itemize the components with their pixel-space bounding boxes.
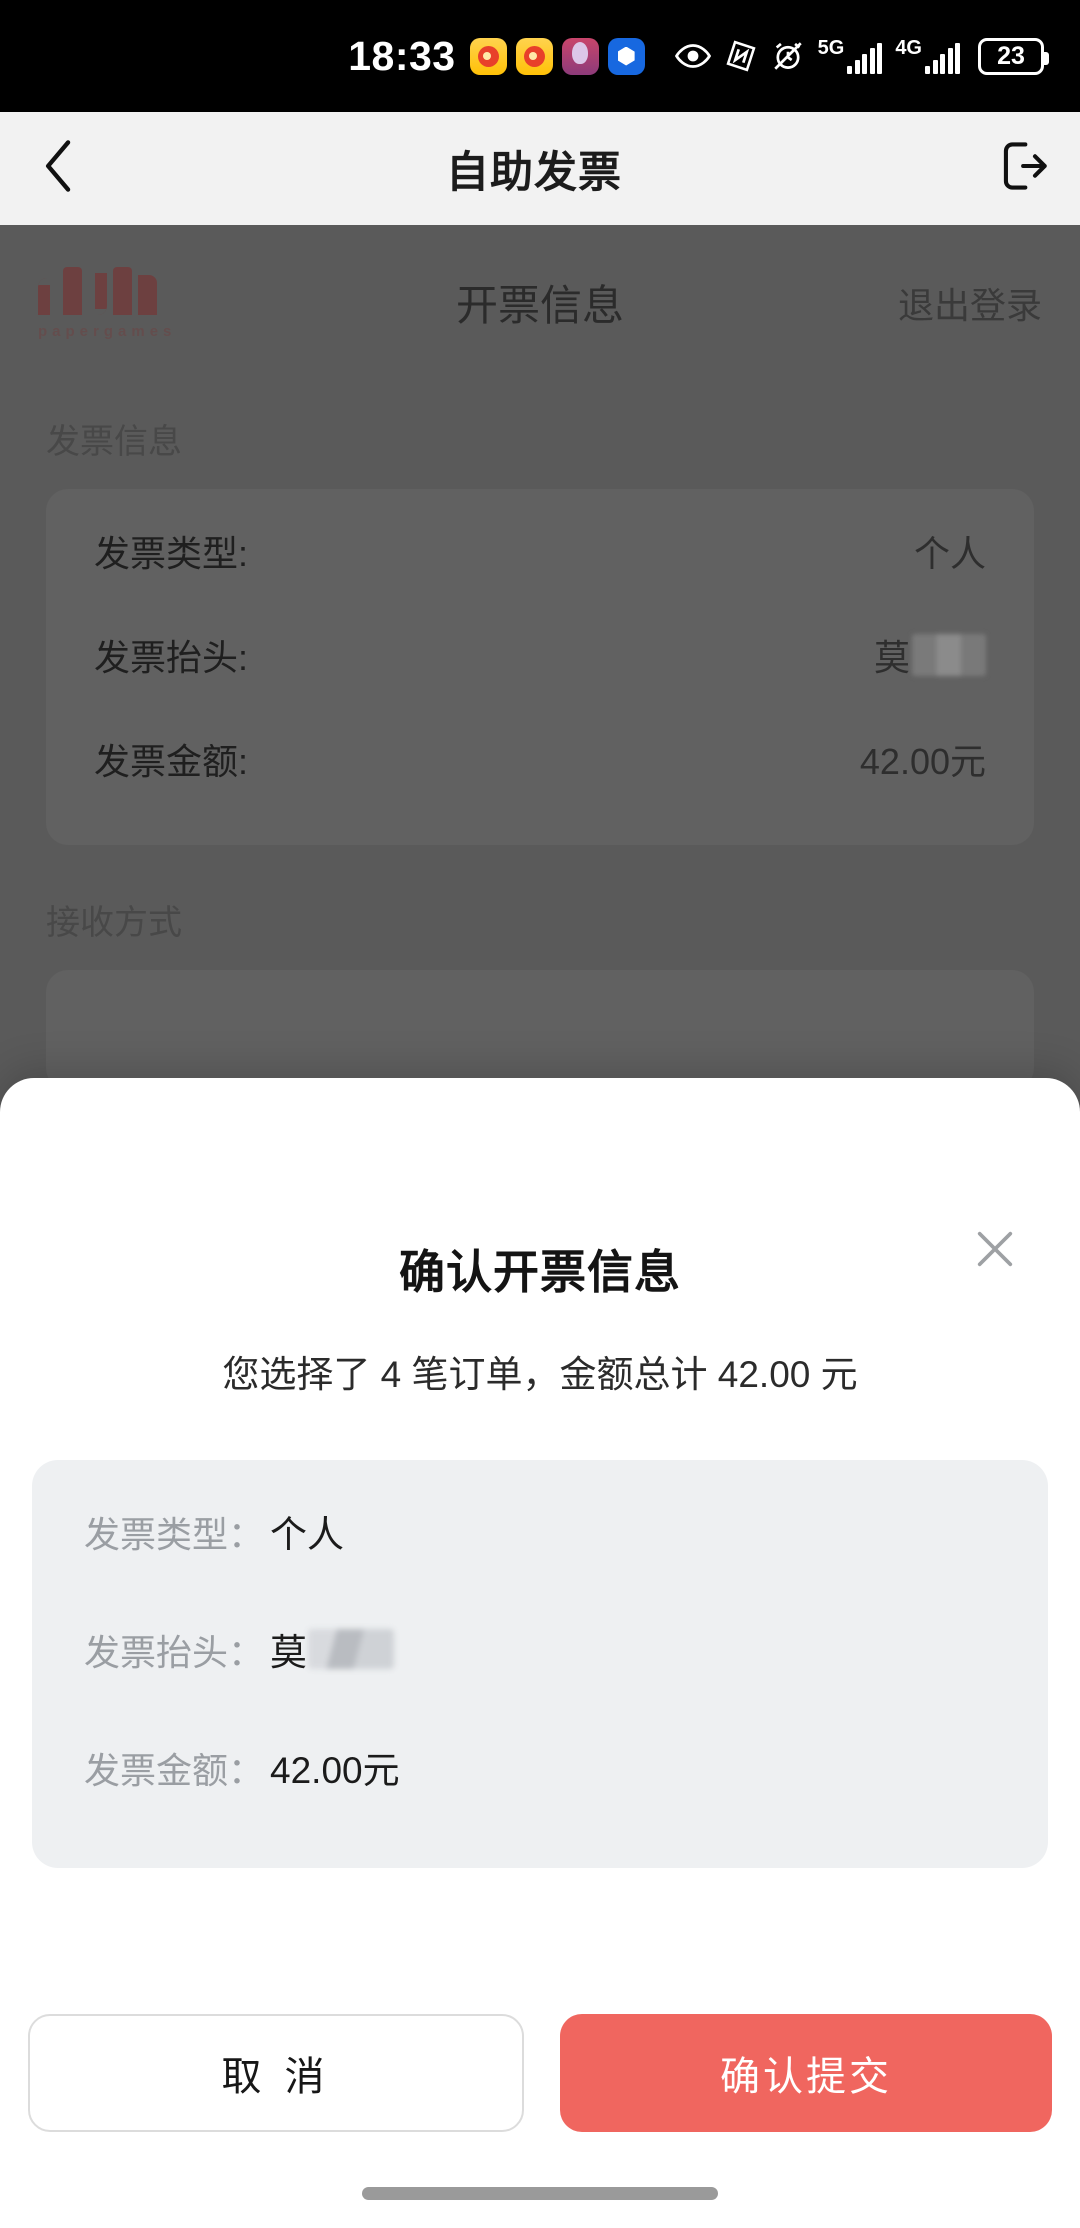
battery-level: 23 [997,41,1025,70]
modal-summary-card: 发票类型： 个人 发票抬头： 莫 发票金额： 42.00元 [32,1460,1048,1868]
page-title: 自助发票 [446,148,622,197]
invoice-row-title: 发票抬头: 莫 [94,603,986,707]
chevron-left-icon [37,137,81,200]
blue-app-icon [607,37,645,75]
phone-screen: 18:33 5G 4G 23 自助发票 papergames 开票信息 退出登录… [0,0,1080,2228]
signal-5g-icon: 5G [818,38,883,74]
invoice-row-type: 发票类型: 个人 [94,499,986,603]
close-icon [972,1226,1018,1277]
confirm-invoice-modal: 确认开票信息 您选择了 4 笔订单，金额总计 42.00 元 发票类型： 个人 … [0,1078,1080,2228]
confirm-submit-button[interactable]: 确认提交 [560,2014,1052,2132]
logout-button[interactable] [962,112,1080,225]
logout-link[interactable]: 退出登录 [898,277,1042,329]
row-value: 42.00元 [270,1750,400,1791]
receive-method-card [46,970,1034,1090]
modal-action-bar: 取 消 确认提交 [0,2014,1080,2132]
close-button[interactable] [966,1222,1024,1280]
page-header: papergames 开票信息 退出登录 [0,225,1080,380]
row-value: 莫 [874,629,986,681]
modal-row-amount: 发票金额： 42.00元 [84,1740,996,1822]
row-label: 发票类型: [94,533,249,574]
modal-row-type: 发票类型： 个人 [84,1504,996,1586]
weibo-app-icon [469,37,507,75]
row-label: 发票金额: [94,741,249,782]
battery-icon: 23 [978,37,1049,75]
row-label: 发票类型： [84,1514,265,1555]
navigation-bar: 自助发票 [0,112,1080,225]
row-value: 个人 [913,533,986,574]
alarm-icon [771,39,805,73]
row-label: 发票抬头: [94,637,249,678]
invoice-row-amount: 发票金额: 42.00元 [94,707,986,811]
status-bar: 18:33 5G 4G 23 [0,0,1080,112]
masked-text-icon [308,1629,395,1669]
cancel-button[interactable]: 取 消 [28,2014,524,2132]
invoice-section-label: 发票信息 [46,423,182,461]
masked-text-icon [912,634,986,676]
receive-section-label: 接收方式 [46,904,182,942]
logout-icon [993,138,1049,199]
status-bar-system-icons: 5G 4G 23 [674,37,1049,75]
weibo-app-icon [515,37,553,75]
row-value-text: 莫 [873,637,910,678]
row-label: 发票金额： [84,1750,265,1791]
eye-comfort-icon [674,38,711,74]
nfc-icon [724,39,758,73]
row-value: 莫 [270,1622,395,1676]
row-value: 个人 [270,1514,345,1555]
photo-app-icon [561,37,599,75]
row-value: 42.00元 [859,741,986,782]
home-indicator[interactable] [362,2187,718,2200]
modal-title: 确认开票信息 [399,1246,681,1298]
invoice-info-card: 发票类型: 个人 发票抬头: 莫 发票金额: 42.00元 [46,489,1034,845]
row-value-text: 莫 [270,1632,308,1673]
row-label: 发票抬头： [84,1632,265,1673]
modal-row-title: 发票抬头： 莫 [84,1622,996,1704]
status-bar-clock: 18:33 [348,32,456,79]
back-button[interactable] [0,112,118,225]
signal-4g-icon: 4G [895,38,960,74]
status-bar-app-icons [469,37,645,75]
modal-subtitle: 您选择了 4 笔订单，金额总计 42.00 元 [222,1354,858,1395]
